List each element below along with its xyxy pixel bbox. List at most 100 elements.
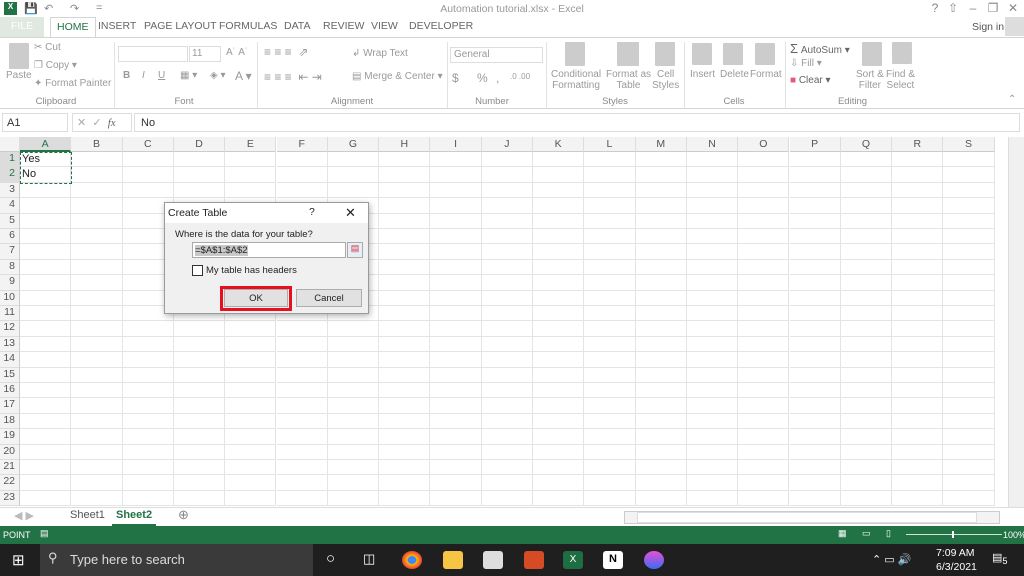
cell-R17[interactable] — [892, 398, 944, 414]
row-header-4[interactable]: 4 — [0, 198, 20, 214]
cell-H1[interactable] — [379, 152, 431, 168]
cell-styles-button[interactable]: Cell Styles — [652, 69, 679, 91]
cell-Q13[interactable] — [840, 336, 893, 353]
cell-L15[interactable] — [584, 367, 636, 383]
cell-L8[interactable] — [584, 259, 636, 276]
cell-H20[interactable] — [379, 444, 431, 460]
row-header-11[interactable]: 11 — [0, 306, 20, 322]
cell-B19[interactable] — [71, 429, 123, 445]
cell-S2[interactable] — [943, 167, 995, 183]
cell-G1[interactable] — [327, 152, 380, 168]
cell-J9[interactable] — [481, 275, 533, 291]
cell-F12[interactable] — [276, 321, 328, 337]
cell-I16[interactable] — [430, 383, 482, 399]
cell-S10[interactable] — [943, 290, 995, 306]
cell-O9[interactable] — [738, 275, 790, 291]
chrome-icon[interactable] — [402, 551, 422, 569]
paste-button[interactable]: Paste — [6, 70, 32, 81]
cell-J14[interactable] — [481, 352, 533, 368]
cell-K5[interactable] — [533, 213, 585, 229]
cell-J10[interactable] — [481, 290, 533, 306]
cell-F21[interactable] — [276, 460, 328, 476]
cell-Q2[interactable] — [840, 167, 893, 183]
cell-M23[interactable] — [635, 490, 687, 507]
cell-C23[interactable] — [122, 490, 174, 507]
headers-checkbox[interactable] — [192, 265, 203, 276]
column-header-I[interactable]: I — [430, 137, 482, 152]
decimal-icons[interactable]: .0 .00 — [510, 72, 530, 81]
cell-Q21[interactable] — [840, 460, 893, 476]
conditional-formatting-button[interactable]: Conditional Formatting — [551, 69, 601, 91]
cell-J12[interactable] — [481, 321, 533, 337]
cell-I11[interactable] — [430, 306, 482, 322]
cell-A1[interactable]: Yes — [20, 152, 72, 168]
cell-H4[interactable] — [379, 198, 431, 214]
cell-B18[interactable] — [71, 413, 123, 430]
cell-Q3[interactable] — [840, 182, 893, 199]
cell-M14[interactable] — [635, 352, 687, 368]
close-icon[interactable]: ✕ — [1004, 1, 1022, 15]
cell-S21[interactable] — [943, 460, 995, 476]
cell-R23[interactable] — [892, 490, 944, 507]
cell-D19[interactable] — [173, 429, 226, 445]
cell-B17[interactable] — [71, 398, 123, 414]
cell-L2[interactable] — [584, 167, 636, 183]
row-header-18[interactable]: 18 — [0, 413, 20, 430]
cell-K8[interactable] — [533, 259, 585, 276]
cell-B15[interactable] — [71, 367, 123, 383]
excel-taskbar-icon[interactable]: X — [563, 551, 583, 569]
tab-review[interactable]: REVIEW — [323, 20, 364, 32]
cell-B10[interactable] — [71, 290, 123, 306]
cell-N12[interactable] — [686, 321, 739, 337]
cell-N16[interactable] — [686, 383, 739, 399]
column-header-S[interactable]: S — [943, 137, 995, 152]
cell-J4[interactable] — [481, 198, 533, 214]
column-header-Q[interactable]: Q — [840, 137, 893, 152]
sheet-nav-icons[interactable]: ◀ ▶ — [14, 509, 34, 522]
cell-B11[interactable] — [71, 306, 123, 322]
cell-C13[interactable] — [122, 336, 174, 353]
cell-M18[interactable] — [635, 413, 687, 430]
cell-R11[interactable] — [892, 306, 944, 322]
cell-B8[interactable] — [71, 259, 123, 276]
cell-D3[interactable] — [173, 182, 226, 199]
column-header-F[interactable]: F — [276, 137, 328, 152]
cell-B2[interactable] — [71, 167, 123, 183]
cell-B16[interactable] — [71, 383, 123, 399]
cell-K23[interactable] — [533, 490, 585, 507]
cell-E17[interactable] — [225, 398, 277, 414]
cell-N5[interactable] — [686, 213, 739, 229]
cell-F13[interactable] — [276, 336, 328, 353]
cell-N2[interactable] — [686, 167, 739, 183]
cell-R22[interactable] — [892, 475, 944, 491]
tab-formulas[interactable]: FORMULAS — [219, 20, 277, 32]
cell-Q17[interactable] — [840, 398, 893, 414]
delete-button[interactable]: Delete — [720, 69, 749, 80]
currency-button[interactable]: $ — [452, 71, 459, 85]
cell-I9[interactable] — [430, 275, 482, 291]
cell-P10[interactable] — [789, 290, 841, 306]
cell-L5[interactable] — [584, 213, 636, 229]
cell-I3[interactable] — [430, 182, 482, 199]
enter-icon[interactable]: ✓ — [92, 117, 101, 129]
cell-L18[interactable] — [584, 413, 636, 430]
cell-R13[interactable] — [892, 336, 944, 353]
cell-G12[interactable] — [327, 321, 380, 337]
cell-H15[interactable] — [379, 367, 431, 383]
cell-B21[interactable] — [71, 460, 123, 476]
windows-start-icon[interactable]: ⊞ — [12, 551, 25, 569]
cell-F23[interactable] — [276, 490, 328, 507]
cell-R5[interactable] — [892, 213, 944, 229]
cell-B22[interactable] — [71, 475, 123, 491]
font-name-select[interactable] — [118, 46, 188, 62]
cell-A20[interactable] — [20, 444, 72, 460]
column-header-L[interactable]: L — [584, 137, 636, 152]
page-layout-view-icon[interactable]: ▭ — [862, 528, 871, 539]
cell-N1[interactable] — [686, 152, 739, 168]
cell-S6[interactable] — [943, 229, 995, 245]
cell-S1[interactable] — [943, 152, 995, 168]
cell-N23[interactable] — [686, 490, 739, 507]
sign-in-link[interactable]: Sign in — [972, 21, 1004, 33]
normal-view-icon[interactable]: ▦ — [838, 528, 847, 539]
cell-E2[interactable] — [225, 167, 277, 183]
